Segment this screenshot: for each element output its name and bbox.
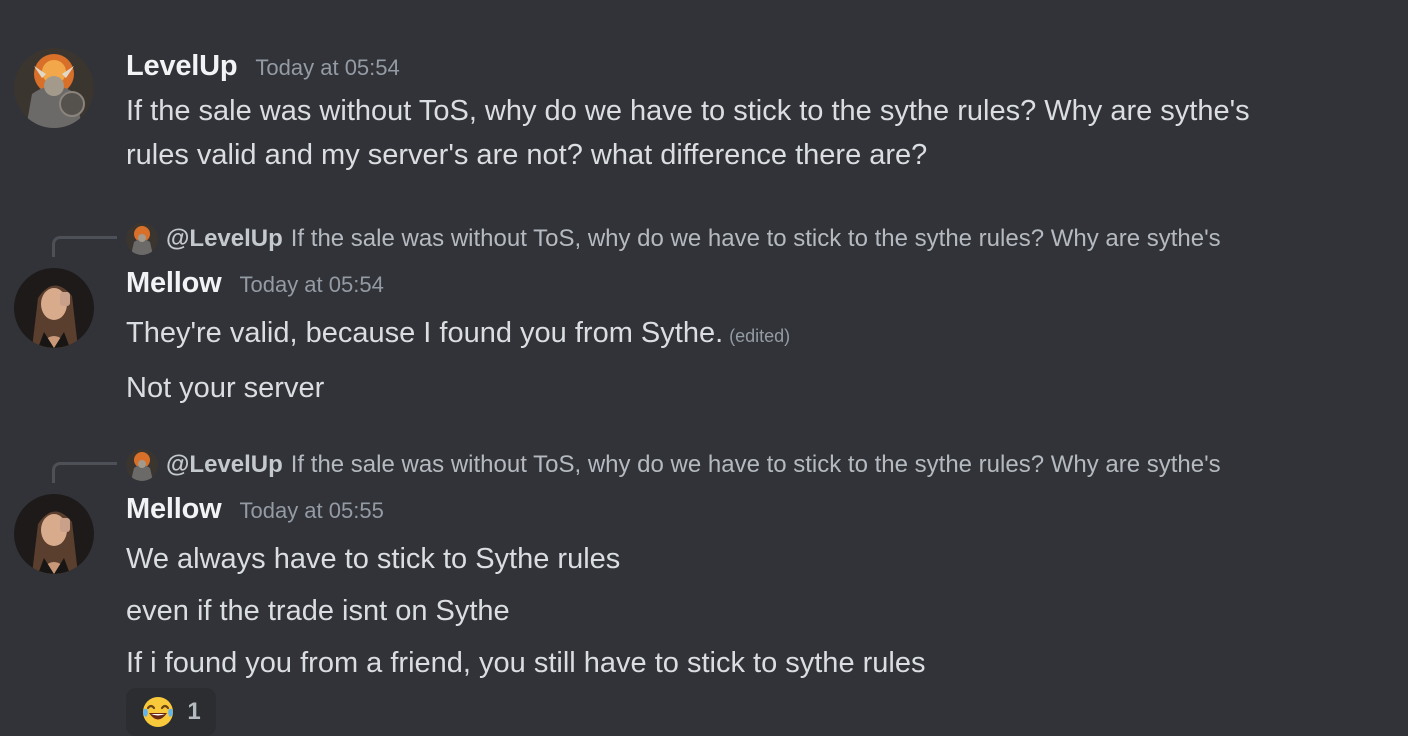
message-line: If the sale was without ToS, why do we h…: [126, 95, 1250, 127]
edited-label: (edited): [729, 326, 791, 346]
reply-preview[interactable]: @LevelUp If the sale was without ToS, wh…: [126, 223, 1221, 255]
reaction-button[interactable]: 1: [126, 688, 216, 736]
reply-text[interactable]: If the sale was without ToS, why do we h…: [291, 225, 1221, 253]
message-line: even if the trade isnt on Sythe: [126, 595, 510, 627]
author-name[interactable]: Mellow: [126, 493, 222, 526]
message-line: If i found you from a friend, you still …: [126, 647, 926, 679]
author-name[interactable]: Mellow: [126, 267, 222, 300]
message-content: If the sale was without ToS, why do we h…: [126, 89, 1356, 177]
message-content: They're valid, because I found you from …: [126, 307, 1356, 414]
message-line: They're valid, because I found you from …: [126, 307, 1356, 362]
message-timestamp[interactable]: Today at 05:54: [239, 272, 383, 298]
message-content: We always have to stick to Sythe rules e…: [126, 533, 1356, 689]
chat-message-list: LevelUp Today at 05:54 If the sale was w…: [0, 0, 1408, 736]
reply-spine: [52, 462, 117, 483]
message-text: They're valid, because I found you from …: [126, 317, 724, 349]
message-timestamp[interactable]: Today at 05:54: [255, 55, 399, 81]
message-header: Mellow Today at 05:55: [126, 493, 384, 526]
reply-spine: [52, 236, 117, 257]
message-timestamp[interactable]: Today at 05:55: [239, 498, 383, 524]
reply-mention[interactable]: @LevelUp: [166, 225, 283, 253]
message-line: Not your server: [126, 372, 325, 404]
face-with-tears-of-joy-icon: [141, 695, 175, 729]
reply-mention[interactable]: @LevelUp: [166, 451, 283, 479]
message-line: rules valid and my server's are not? wha…: [126, 139, 928, 171]
reply-text[interactable]: If the sale was without ToS, why do we h…: [291, 451, 1221, 479]
message-header: Mellow Today at 05:54: [126, 267, 384, 300]
reply-preview[interactable]: @LevelUp If the sale was without ToS, wh…: [126, 449, 1221, 481]
reply-avatar: [126, 449, 158, 481]
mellow-avatar[interactable]: [14, 494, 94, 574]
mellow-avatar[interactable]: [14, 268, 94, 348]
message-line: We always have to stick to Sythe rules: [126, 543, 621, 575]
reaction-count: 1: [187, 698, 201, 725]
levelup-avatar[interactable]: [14, 48, 94, 128]
reply-avatar: [126, 223, 158, 255]
author-name[interactable]: LevelUp: [126, 50, 238, 83]
message-header: LevelUp Today at 05:54: [126, 50, 400, 83]
